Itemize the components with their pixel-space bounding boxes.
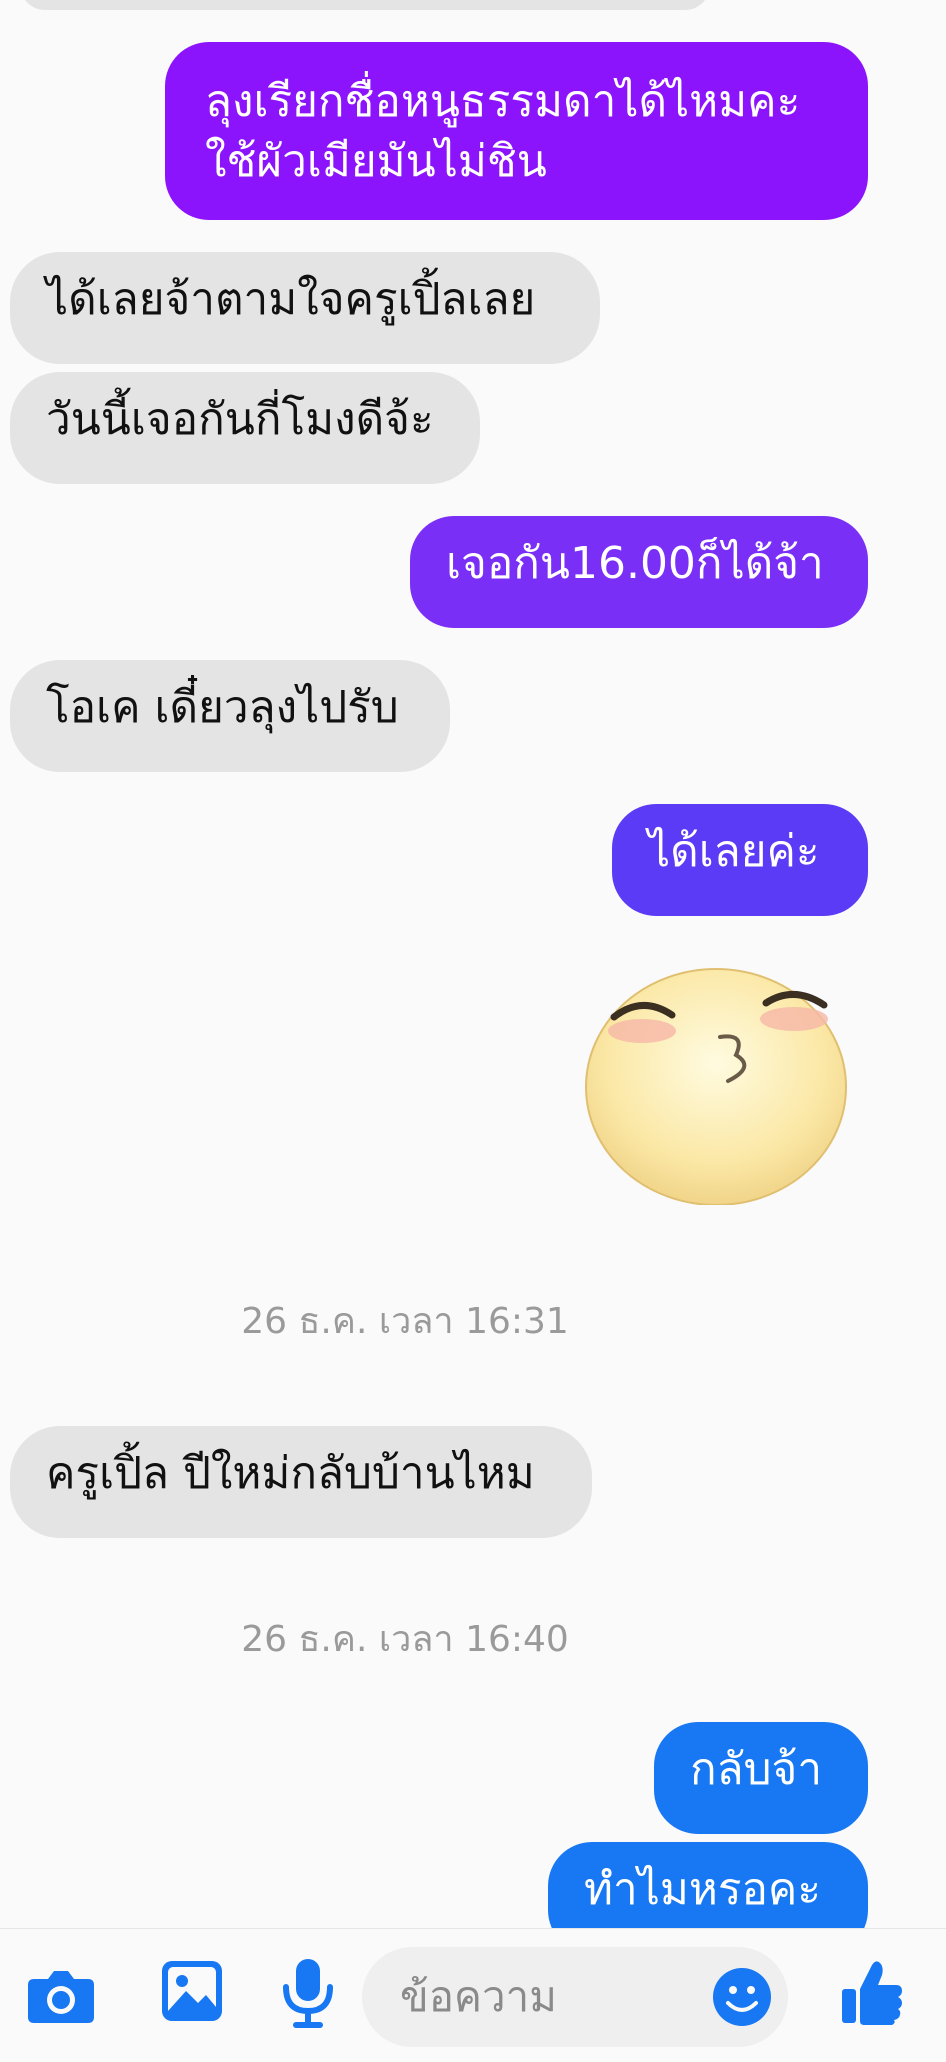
message-bubble-incoming[interactable]: ได้เลยจ้าตามใจครูเปิ้ลเลย: [10, 252, 600, 364]
chat-thread: ลุงเรียกชื่อหนูธรรมดาได้ไหมคะ ใช้ผัวเมีย…: [0, 0, 946, 1928]
message-bubble-outgoing[interactable]: ทำไมหรอคะ: [548, 1842, 868, 1928]
message-bubble-incoming[interactable]: ครูเปิ้ล ปีใหม่กลับบ้านไหม: [10, 1426, 592, 1538]
timestamp: 26 ธ.ค. เวลา 16:40: [241, 1619, 569, 1660]
timestamp: 26 ธ.ค. เวลา 16:31: [241, 1301, 569, 1342]
image-icon[interactable]: [160, 1959, 224, 2027]
message-bubble-outgoing[interactable]: ลุงเรียกชื่อหนูธรรมดาได้ไหมคะ ใช้ผัวเมีย…: [165, 42, 868, 220]
message-composer: ข้อความ: [0, 1928, 946, 2062]
kissing-face-sticker[interactable]: [580, 955, 852, 1206]
message-bubble-outgoing[interactable]: เจอกัน16.00ก็ได้จ้า: [410, 516, 868, 628]
message-bubble-incoming[interactable]: โอเค เดี๋ยวลุงไปรับ: [10, 660, 450, 772]
message-bubble-outgoing[interactable]: ได้เลยค่ะ: [612, 804, 868, 916]
thumbs-up-icon[interactable]: [840, 1959, 904, 2031]
message-input-placeholder: ข้อความ: [400, 1972, 557, 2021]
emoji-icon[interactable]: [712, 1967, 772, 2031]
previous-message-bubble[interactable]: [20, 0, 710, 10]
camera-icon[interactable]: [26, 1965, 96, 2029]
microphone-icon[interactable]: [280, 1957, 336, 2033]
message-bubble-outgoing[interactable]: กลับจ้า: [654, 1722, 868, 1834]
message-bubble-incoming[interactable]: วันนี้เจอกันกี่โมงดีจ้ะ: [10, 372, 480, 484]
